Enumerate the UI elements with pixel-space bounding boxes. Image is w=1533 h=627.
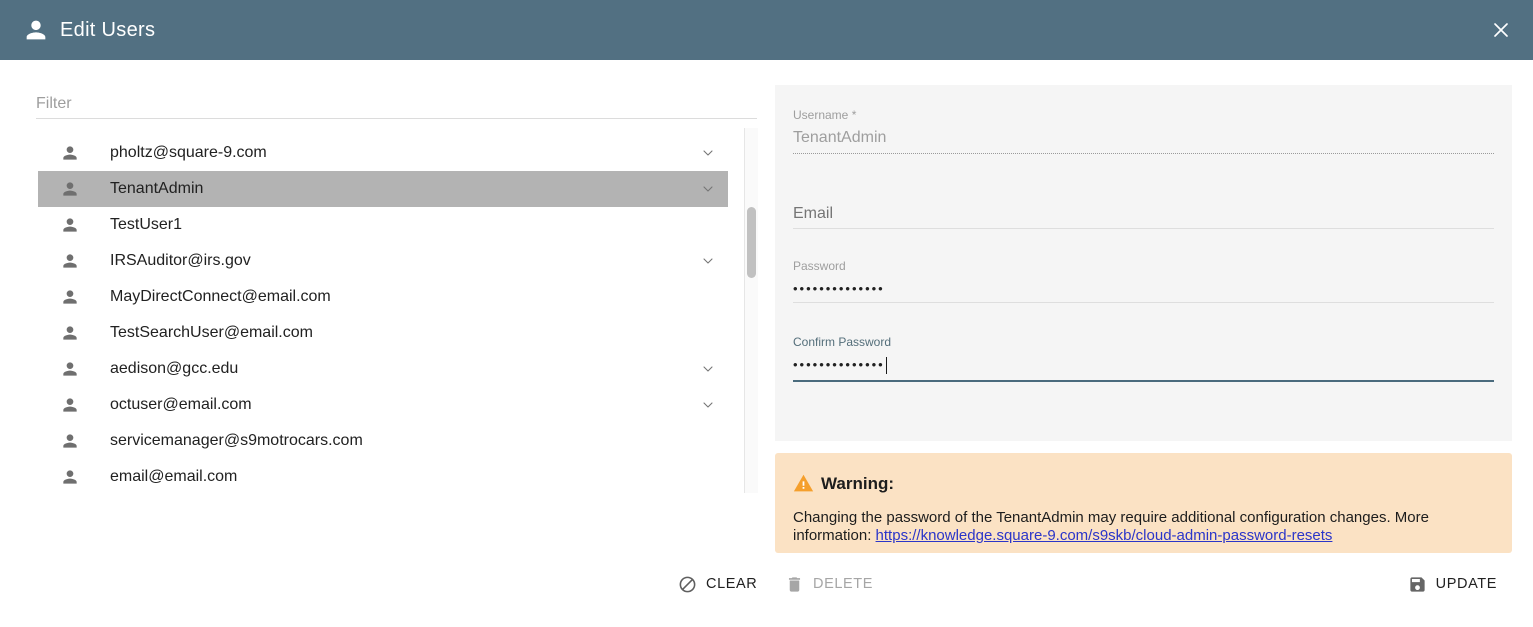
user-list-item-label: servicemanager@s9motrocars.com: [110, 432, 363, 450]
delete-button[interactable]: DELETE: [785, 568, 873, 600]
warning-title: Warning:: [821, 474, 894, 494]
username-field: Username * TenantAdmin: [793, 108, 1494, 154]
person-icon: [60, 431, 80, 451]
clear-button-label: CLEAR: [706, 576, 757, 592]
user-list-item-label: TestSearchUser@email.com: [110, 324, 313, 342]
confirm-password-value: ••••••••••••••: [793, 357, 1494, 380]
user-list-item[interactable]: servicemanager@s9motrocars.com: [38, 423, 728, 459]
delete-button-label: DELETE: [813, 576, 873, 592]
user-list-item-label: TestUser1: [110, 216, 182, 234]
knowledge-base-link[interactable]: https://knowledge.square-9.com/s9skb/clo…: [876, 527, 1333, 544]
user-list-item[interactable]: aedison@gcc.edu: [38, 351, 728, 387]
user-list-item[interactable]: email@email.com: [38, 459, 728, 493]
warning-banner: Warning: Changing the password of the Te…: [775, 453, 1512, 553]
filter-field: [36, 90, 757, 119]
user-list-item-label: email@email.com: [110, 468, 237, 486]
password-label: Password: [793, 259, 1494, 273]
chevron-down-icon[interactable]: [700, 181, 716, 197]
user-list-item[interactable]: octuser@email.com: [38, 387, 728, 423]
warning-message: Changing the password of the TenantAdmin…: [793, 509, 1493, 545]
text-cursor: [886, 357, 887, 374]
email-label: Email: [793, 205, 1494, 223]
clear-button[interactable]: CLEAR: [678, 568, 757, 600]
warning-icon: [793, 473, 814, 494]
person-icon: [60, 467, 80, 487]
close-icon[interactable]: [1489, 18, 1513, 42]
user-list: pholtz@square-9.com TenantAdmin TestUser…: [38, 135, 728, 493]
user-list-item-label: octuser@email.com: [110, 396, 252, 414]
user-list-item[interactable]: TestUser1: [38, 207, 728, 243]
person-icon: [60, 287, 80, 307]
user-list-item[interactable]: MayDirectConnect@email.com: [38, 279, 728, 315]
password-value: ••••••••••••••: [793, 281, 1494, 302]
person-icon: [22, 16, 50, 44]
person-icon: [60, 359, 80, 379]
user-form-panel: Username * TenantAdmin Email Password ••…: [775, 85, 1512, 441]
filter-input[interactable]: [36, 90, 757, 118]
user-list-item-label: pholtz@square-9.com: [110, 144, 267, 162]
person-icon: [60, 143, 80, 163]
user-list-item-label: TenantAdmin: [110, 180, 203, 198]
user-list-item-label: MayDirectConnect@email.com: [110, 288, 331, 306]
edit-users-dialog: Edit Users pholtz@square-9.com TenantAdm…: [0, 0, 1533, 627]
person-icon: [60, 323, 80, 343]
update-button[interactable]: UPDATE: [1408, 568, 1497, 600]
user-list-item[interactable]: TenantAdmin: [38, 171, 728, 207]
list-scrollbar-track: [744, 128, 758, 493]
user-list-item[interactable]: pholtz@square-9.com: [38, 135, 728, 171]
update-button-label: UPDATE: [1436, 576, 1497, 592]
password-field[interactable]: Password ••••••••••••••: [793, 259, 1494, 303]
confirm-password-field[interactable]: Confirm Password ••••••••••••••: [793, 335, 1494, 382]
dialog-title: Edit Users: [60, 19, 155, 42]
chevron-down-icon[interactable]: [700, 397, 716, 413]
username-value: TenantAdmin: [793, 129, 1494, 147]
user-list-item[interactable]: IRSAuditor@irs.gov: [38, 243, 728, 279]
trash-icon: [785, 575, 804, 594]
chevron-down-icon[interactable]: [700, 253, 716, 269]
username-label: Username *: [793, 108, 1494, 122]
dialog-header: Edit Users: [0, 0, 1533, 60]
person-icon: [60, 251, 80, 271]
person-icon: [60, 179, 80, 199]
email-field[interactable]: Email: [793, 205, 1494, 229]
save-icon: [1408, 575, 1427, 594]
user-list-item-label: aedison@gcc.edu: [110, 360, 238, 378]
user-list-item-label: IRSAuditor@irs.gov: [110, 252, 251, 270]
chevron-down-icon[interactable]: [700, 361, 716, 377]
confirm-password-label: Confirm Password: [793, 335, 1494, 349]
dialog-actions: CLEAR DELETE UPDATE: [0, 568, 1533, 600]
person-icon: [60, 215, 80, 235]
block-icon: [678, 575, 697, 594]
person-icon: [60, 395, 80, 415]
chevron-down-icon[interactable]: [700, 145, 716, 161]
user-list-item[interactable]: TestSearchUser@email.com: [38, 315, 728, 351]
list-scrollbar-thumb[interactable]: [747, 207, 756, 278]
